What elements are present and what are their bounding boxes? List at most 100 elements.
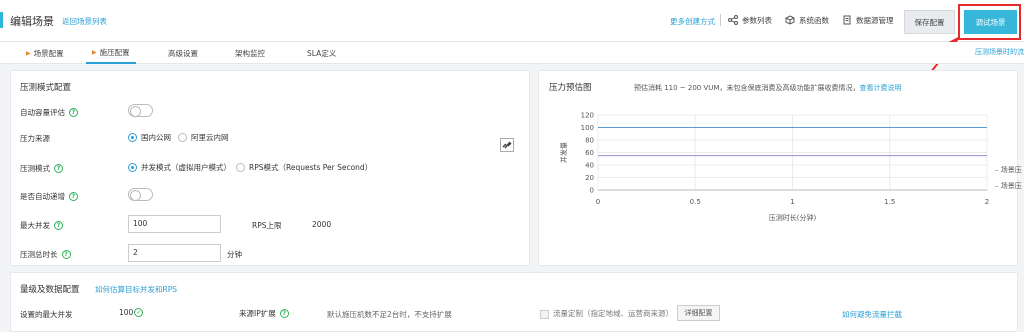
estimate-note-text: 预估消耗 110 ~ 200 VUM，未包含保底消费及高级功能扩展收费情况， <box>634 84 860 92</box>
tab-label: 高级设置 <box>168 48 198 58</box>
triangle-icon: ▶ <box>92 48 97 56</box>
radio-dot <box>236 163 245 172</box>
legend-label: 场景压 <box>1000 182 1022 190</box>
rps-limit-label: RPS上限 <box>252 221 282 230</box>
pressure-mode-title: 压测模式配置 <box>20 83 72 93</box>
page-header: 编辑场景 返回场景列表 更多创建方式 参数列表 系统函数 数据源管理 保存配置 … <box>0 0 1024 42</box>
y-tick-label: 100 <box>581 124 594 132</box>
help-icon[interactable]: ? <box>69 192 78 201</box>
ip-extend-label: 来源IP扩展 <box>239 309 276 318</box>
y-tick-label: 20 <box>585 174 594 182</box>
share-nodes-icon <box>728 15 738 25</box>
scene-flow-link[interactable]: 压测场景时的流 <box>975 47 1024 57</box>
mode-label: 压测模式 <box>20 164 50 173</box>
mode-radio-rps[interactable]: RPS模式（Requests Per Second） <box>236 162 372 173</box>
tab-advanced-settings[interactable]: 高级设置 <box>168 42 198 64</box>
tab-label: 施压配置 <box>99 47 130 57</box>
traffic-panel <box>10 272 1018 332</box>
auto-increment-toggle[interactable] <box>128 188 153 201</box>
radio-dot <box>128 133 137 142</box>
tab-label: 架构监控 <box>235 48 265 58</box>
duration-label: 压测总时长 <box>20 250 58 259</box>
help-icon[interactable]: ? <box>279 309 289 318</box>
x-tick-label: 1 <box>790 198 794 206</box>
document-icon <box>843 15 851 25</box>
flow-custom-label: 流量定制（指定地域、运营商来源） <box>553 309 673 318</box>
check-icon: ✓ <box>134 308 144 317</box>
tab-pressure-config[interactable]: ▶ 施压配置 <box>86 42 136 64</box>
auto-assess-toggle[interactable] <box>128 104 153 117</box>
x-tick-label: 2 <box>985 198 989 206</box>
y-tick-label: 40 <box>585 162 594 170</box>
traffic-title: 量级及数据配置 <box>20 285 80 295</box>
avoid-block-link[interactable]: 如何避免流量拦截 <box>842 309 902 320</box>
radio-label: 阿里云内网 <box>191 133 229 142</box>
ip-extend-note: 默认施压机数不足2台时，不支持扩展 <box>327 310 452 319</box>
more-create-methods-link[interactable]: 更多创建方式 <box>670 16 715 27</box>
max-concurrency-input[interactable]: 100 <box>128 215 221 233</box>
source-radio-intranet[interactable]: 阿里云内网 <box>178 132 229 143</box>
estimate-title: 压力预估图 <box>549 83 592 93</box>
y-tick-label: 120 <box>581 112 594 120</box>
duration-unit: 分钟 <box>227 250 242 259</box>
source-label: 压力来源 <box>20 134 50 143</box>
estimate-target-link[interactable]: 如何估算目标并发和RPS <box>95 284 177 295</box>
system-functions-button[interactable]: 系统函数 <box>785 13 829 27</box>
source-radio-public[interactable]: 国内公网 <box>128 132 171 143</box>
ip-extend-row: 来源IP扩展? <box>239 308 289 319</box>
tab-label: 场景配置 <box>33 48 64 58</box>
radio-label: RPS模式（Requests Per Second） <box>249 163 373 172</box>
back-to-scenes-link[interactable]: 返回场景列表 <box>62 16 107 27</box>
estimate-note: 预估消耗 110 ~ 200 VUM，未包含保底消费及高级功能扩展收费情况，查看… <box>634 83 901 93</box>
billing-link[interactable]: 查看计费说明 <box>859 84 901 92</box>
duration-input[interactable]: 2 <box>128 244 221 262</box>
mode-row: 压测模式? <box>20 163 63 174</box>
tab-scene-config[interactable]: ▶ 场景配置 <box>26 42 64 64</box>
tab-sla-definition[interactable]: SLA定义 <box>307 42 336 64</box>
params-list-label: 参数列表 <box>742 15 772 25</box>
x-tick-label: 1.5 <box>884 198 895 206</box>
y-axis-label: 并发量 <box>559 142 568 163</box>
auto-increment-label: 是否自动递增 <box>20 192 65 201</box>
cube-icon <box>785 15 795 25</box>
duration-row: 压测总时长? <box>20 249 71 260</box>
save-config-button[interactable]: 保存配置 <box>904 10 955 34</box>
auto-assess-label: 自动容量评估 <box>20 108 65 117</box>
rps-limit-value: 2000 <box>312 220 332 229</box>
x-tick-label: 0.5 <box>690 198 701 206</box>
title-accent-bar <box>0 12 3 28</box>
datasource-manage-button[interactable]: 数据源管理 <box>842 13 894 27</box>
config-tabs: ▶ 场景配置 ▶ 施压配置 高级设置 架构监控 SLA定义 压测场景时的流 <box>0 42 1024 64</box>
help-icon[interactable]: ? <box>54 164 63 173</box>
highlight-box <box>958 4 1021 40</box>
link-chain-icon[interactable] <box>500 138 514 152</box>
divider <box>720 14 721 26</box>
max-set-label: 设置的最大并发 <box>20 310 73 319</box>
y-tick-label: 60 <box>585 149 594 157</box>
estimate-chart: 0 20 40 60 80 100 120 0 0.5 1 1.5 2 压测时长(分钟) 并发量 <box>559 112 989 223</box>
radio-label: 国内公网 <box>141 133 171 142</box>
mode-radio-concurrency[interactable]: 并发模式（虚拟用户模式） <box>128 162 231 173</box>
tab-architecture-monitor[interactable]: 架构监控 <box>235 42 265 64</box>
x-tick-label: 0 <box>596 198 600 206</box>
auto-increment-row: 是否自动递增? <box>20 191 78 202</box>
help-icon[interactable]: ? <box>69 108 78 117</box>
help-icon[interactable]: ? <box>54 221 63 230</box>
max-concurrency-label: 最大并发 <box>20 221 50 230</box>
radio-label: 并发模式（虚拟用户模式） <box>141 163 231 172</box>
legend-item: – 场景压 <box>995 166 1022 174</box>
flow-custom-checkbox[interactable]: 流量定制（指定地域、运营商来源） <box>540 308 673 319</box>
radio-dot <box>178 133 187 142</box>
help-icon[interactable]: ? <box>61 250 71 259</box>
max-concurrency-row: 最大并发? <box>20 220 63 231</box>
radio-dot <box>128 163 137 172</box>
tab-label: SLA定义 <box>307 48 337 58</box>
detail-config-button[interactable]: 详细配置 <box>677 305 720 321</box>
x-axis-label: 压测时长(分钟) <box>769 213 817 222</box>
system-functions-label: 系统函数 <box>799 15 829 25</box>
params-list-button[interactable]: 参数列表 <box>728 13 772 27</box>
datasource-manage-label: 数据源管理 <box>856 15 894 25</box>
legend-label: 场景压 <box>1000 166 1022 174</box>
page-title: 编辑场景 <box>10 15 54 28</box>
checkbox <box>540 309 549 319</box>
